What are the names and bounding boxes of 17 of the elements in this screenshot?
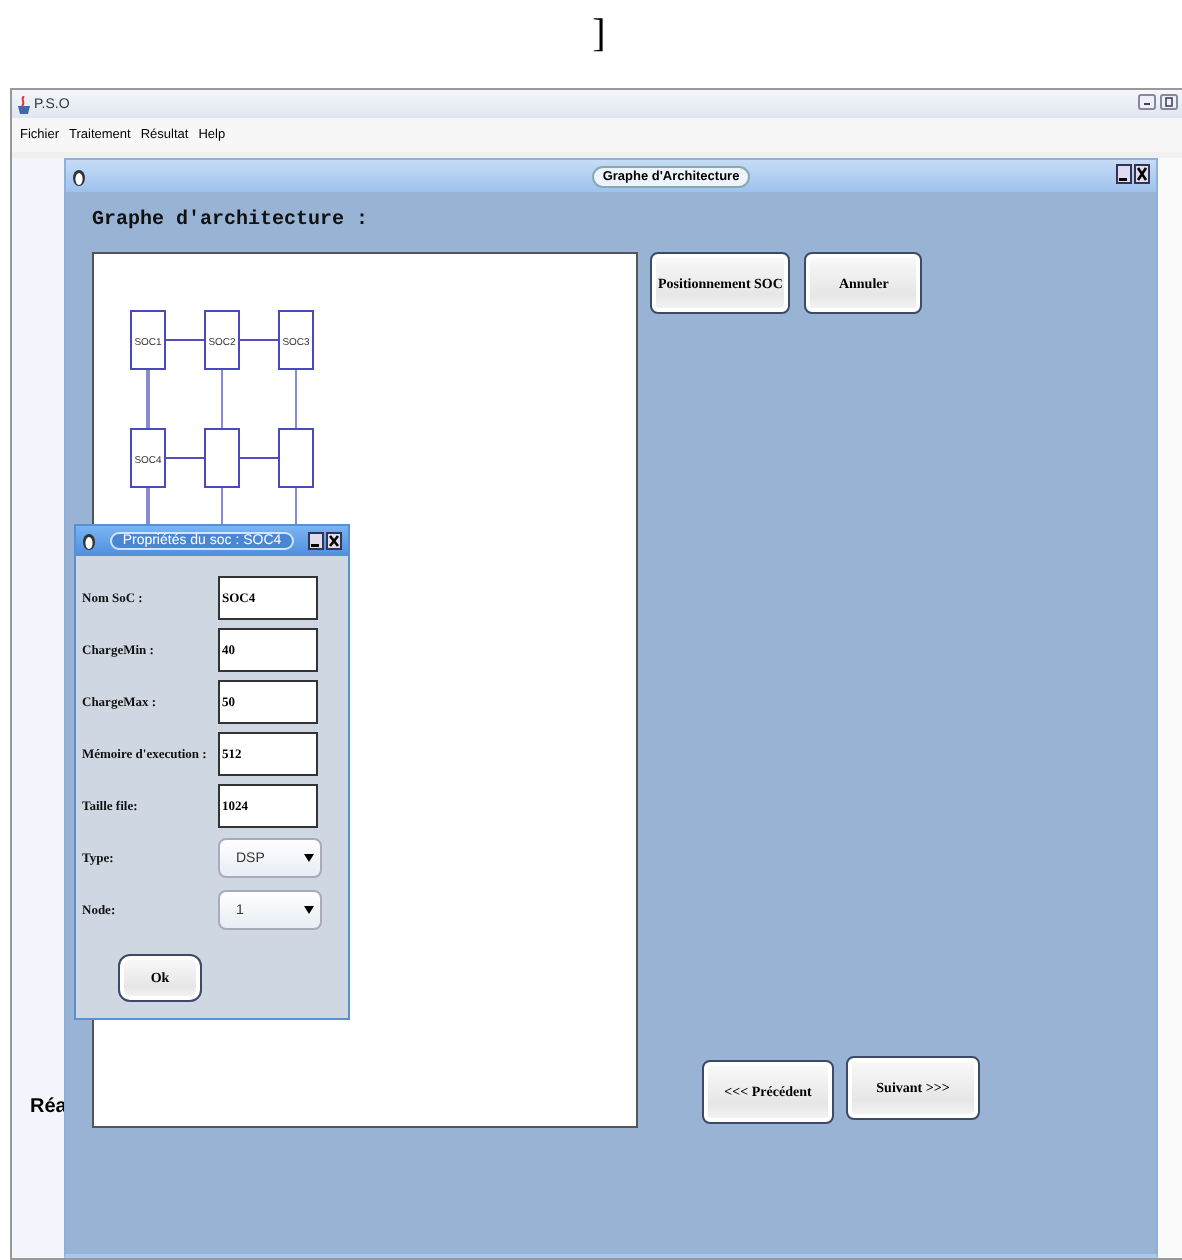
soc-node[interactable] <box>278 428 314 488</box>
connector-line <box>295 369 297 429</box>
bracket-text: ] <box>592 12 606 60</box>
connector-line <box>165 457 205 459</box>
caret-icon <box>304 906 314 914</box>
connector-line <box>146 370 150 428</box>
minimize-icon[interactable] <box>1138 94 1156 114</box>
maximize-icon[interactable] <box>1160 94 1178 114</box>
caret-icon <box>304 854 314 862</box>
app-icon <box>72 167 86 185</box>
connector-line <box>165 339 205 341</box>
connector-line <box>239 339 279 341</box>
connector-line <box>221 369 223 429</box>
connector-line <box>239 457 279 459</box>
section-heading: Graphe d'architecture : <box>92 210 371 232</box>
app-icon <box>16 95 32 113</box>
soc-node[interactable] <box>204 428 240 488</box>
